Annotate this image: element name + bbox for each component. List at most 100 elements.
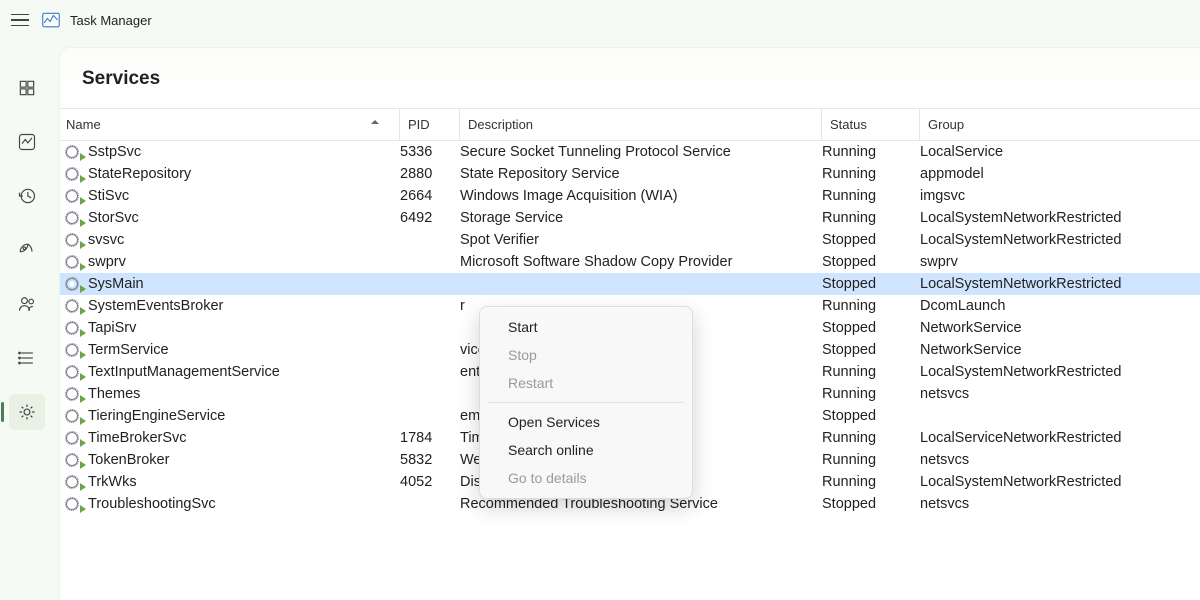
service-icon [66, 276, 84, 292]
table-row[interactable]: StateRepository 2880State Repository Serv… [60, 163, 1200, 185]
service-name: StateRepository [88, 166, 191, 182]
service-name: SstpSvc [88, 144, 141, 160]
service-group: imgsvc [920, 188, 1200, 204]
nav-details[interactable] [9, 340, 45, 376]
service-description: Spot Verifier [460, 232, 822, 248]
service-name: TroubleshootingSvc [88, 496, 216, 512]
service-status: Stopped [822, 232, 920, 248]
service-pid: 5832 [400, 452, 460, 468]
service-status: Running [822, 364, 920, 380]
col-header-group[interactable]: Group [920, 109, 1200, 140]
menu-restart: Restart [480, 369, 692, 397]
service-group: NetworkService [920, 342, 1200, 358]
service-name: TrkWks [88, 474, 137, 490]
service-status: Running [822, 474, 920, 490]
table-row[interactable]: svsvcSpot VerifierStoppedLocalSystemNetw… [60, 229, 1200, 251]
hamburger-icon[interactable] [8, 8, 32, 32]
service-icon [66, 210, 84, 226]
table-row[interactable]: SstpSvc 5336Secure Socket Tunneling Proto… [60, 141, 1200, 163]
table-row[interactable]: StorSvc6492Storage ServiceRunningLocalSy… [60, 207, 1200, 229]
service-description: Microsoft Software Shadow Copy Provider [460, 254, 822, 270]
nav-processes[interactable] [9, 70, 45, 106]
service-group: appmodel [920, 166, 1200, 182]
title-bar: Task Manager [0, 0, 1200, 40]
service-pid: 6492 [400, 210, 460, 226]
sidebar [0, 40, 54, 600]
col-header-description[interactable]: Description [460, 109, 822, 140]
service-status: Stopped [822, 320, 920, 336]
service-description: State Repository Service [460, 166, 822, 182]
col-header-pid[interactable]: PID [400, 109, 460, 140]
service-pid: 2880 [400, 166, 460, 182]
menu-stop: Stop [480, 341, 692, 369]
service-status: Running [822, 166, 920, 182]
app-title: Task Manager [70, 13, 152, 28]
service-group: LocalSystemNetworkRestricted [920, 232, 1200, 248]
table-header: Name PID Description Status Group [60, 108, 1200, 141]
service-name: TextInputManagementService [88, 364, 280, 380]
service-name: TermService [88, 342, 169, 358]
nav-services[interactable] [9, 394, 45, 430]
service-group: LocalSystemNetworkRestricted [920, 364, 1200, 380]
service-icon [66, 364, 84, 380]
section-title: Services [60, 48, 1200, 108]
service-name: TapiSrv [88, 320, 136, 336]
service-description: Windows Image Acquisition (WIA) [460, 188, 822, 204]
service-group: netsvcs [920, 386, 1200, 402]
service-description: Secure Socket Tunneling Protocol Service [460, 144, 822, 160]
table-row[interactable]: SysMainStoppedLocalSystemNetworkRestrict… [60, 273, 1200, 295]
service-status: Stopped [822, 276, 920, 292]
service-group: LocalSystemNetworkRestricted [920, 474, 1200, 490]
nav-performance[interactable] [9, 124, 45, 160]
service-name: Themes [88, 386, 140, 402]
table-row[interactable]: StiSvc 2664Windows Image Acquisition (WIA… [60, 185, 1200, 207]
nav-startup[interactable] [9, 232, 45, 268]
service-pid: 1784 [400, 430, 460, 446]
service-icon [66, 496, 84, 512]
service-icon [66, 386, 84, 402]
service-group: netsvcs [920, 452, 1200, 468]
content-area: Services Name PID Description Status Gro… [60, 48, 1200, 600]
service-icon [66, 474, 84, 490]
service-name: StorSvc [88, 210, 139, 226]
service-icon [66, 320, 84, 336]
service-status: Running [822, 452, 920, 468]
service-group: LocalSystemNetworkRestricted [920, 210, 1200, 226]
service-name: StiSvc [88, 188, 129, 204]
col-header-status[interactable]: Status [822, 109, 920, 140]
service-icon [66, 298, 84, 314]
service-icon [66, 408, 84, 424]
service-name: SystemEventsBroker [88, 298, 223, 314]
service-icon [66, 452, 84, 468]
service-name: TokenBroker [88, 452, 169, 468]
service-pid: 5336 [400, 144, 460, 160]
menu-search-online[interactable]: Search online [480, 436, 692, 464]
service-icon [66, 342, 84, 358]
service-status: Stopped [822, 496, 920, 512]
service-group: LocalServiceNetworkRestricted [920, 430, 1200, 446]
service-group: LocalService [920, 144, 1200, 160]
service-status: Stopped [822, 254, 920, 270]
service-icon [66, 188, 84, 204]
service-status: Running [822, 298, 920, 314]
service-group: swprv [920, 254, 1200, 270]
menu-start[interactable]: Start [480, 313, 692, 341]
service-icon [66, 232, 84, 248]
service-name: TieringEngineService [88, 408, 225, 424]
col-header-name[interactable]: Name [60, 109, 400, 140]
service-status: Running [822, 188, 920, 204]
service-group: NetworkService [920, 320, 1200, 336]
app-icon [42, 12, 60, 28]
service-icon [66, 430, 84, 446]
menu-open-services[interactable]: Open Services [480, 408, 692, 436]
service-status: Running [822, 144, 920, 160]
nav-app-history[interactable] [9, 178, 45, 214]
service-group: DcomLaunch [920, 298, 1200, 314]
service-icon [66, 144, 84, 160]
service-group: netsvcs [920, 496, 1200, 512]
table-row[interactable]: swprv Microsoft Software Shadow Copy Prov… [60, 251, 1200, 273]
service-description: Storage Service [460, 210, 822, 226]
service-name: TimeBrokerSvc [88, 430, 187, 446]
service-pid: 2664 [400, 188, 460, 204]
nav-users[interactable] [9, 286, 45, 322]
